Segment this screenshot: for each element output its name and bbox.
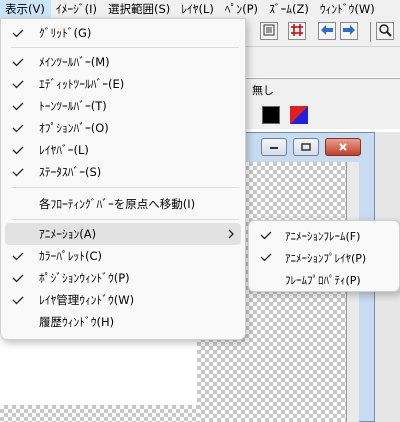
menu-separator xyxy=(11,47,239,48)
menu-item-reset-floating-bars[interactable]: 各ﾌﾛｰﾃｨﾝｸﾞﾊﾞｰを原点へ移動(I) xyxy=(5,193,241,215)
menu-item-label: ｶﾗｰﾊﾟﾚｯﾄ(C) xyxy=(39,249,103,263)
menu-item-label: ｸﾞﾘｯﾄﾞ(G) xyxy=(39,26,92,40)
chevron-right-icon xyxy=(228,229,234,239)
menu-item-label: ｽﾃｰﾀｽﾊﾞｰ(S) xyxy=(39,165,102,179)
check-icon xyxy=(12,124,24,133)
menu-layer[interactable]: ﾚｲﾔ(L) xyxy=(176,0,220,18)
check-icon xyxy=(12,296,24,305)
arrow-left-icon[interactable] xyxy=(318,22,336,40)
color-bar xyxy=(240,101,400,129)
check-icon xyxy=(12,102,24,111)
menu-item-label: ﾎﾟｼﾞｼｮﾝｳｨﾝﾄﾞｳ(P) xyxy=(39,271,130,285)
menu-item-grid[interactable]: ｸﾞﾘｯﾄﾞ(G) xyxy=(5,22,241,44)
menu-item-label: 各ﾌﾛｰﾃｨﾝｸﾞﾊﾞｰを原点へ移動(I) xyxy=(39,197,196,211)
check-icon xyxy=(12,29,24,38)
menu-item-label: ﾒｲﾝﾂｰﾙﾊﾞｰ(M) xyxy=(39,55,110,69)
option-bar: 無し xyxy=(240,78,400,102)
toolbar-divider xyxy=(370,22,371,42)
submenu-item-animation-frame[interactable]: ｱﾆﾒｰｼｮﾝﾌﾚｰﾑ(F) xyxy=(253,224,399,246)
menu-selection[interactable]: 選択範囲(S) xyxy=(103,0,176,18)
menu-item-status-bar[interactable]: ｽﾃｰﾀｽﾊﾞｰ(S) xyxy=(5,161,241,183)
menu-item-layer-bar[interactable]: ﾚｲﾔﾊﾞｰ(L) xyxy=(5,139,241,161)
toolbar-area xyxy=(240,47,400,77)
menu-separator xyxy=(11,187,239,188)
transparent-canvas-edge xyxy=(0,405,200,422)
menu-item-label: ｱﾆﾒｰｼｮﾝﾌﾚｰﾑ(F) xyxy=(285,230,361,243)
menu-window[interactable]: ｳｨﾝﾄﾞｳ(W) xyxy=(315,0,381,18)
menu-image[interactable]: ｲﾒｰｼﾞ(I) xyxy=(51,0,103,18)
menu-item-label: ｱﾆﾒｰｼｮﾝﾌﾟﾚｲﾔ(P) xyxy=(285,252,367,265)
check-icon xyxy=(12,168,24,177)
animation-submenu: ｱﾆﾒｰｼｮﾝﾌﾚｰﾑ(F) ｱﾆﾒｰｼｮﾝﾌﾟﾚｲﾔ(P) ﾌﾚｰﾑﾌﾟﾛﾊﾟ… xyxy=(248,220,400,292)
minimize-button[interactable] xyxy=(261,138,287,156)
menu-separator xyxy=(11,219,239,220)
main-toolbar xyxy=(240,18,400,47)
option-value: 無し xyxy=(252,84,274,97)
menu-item-main-toolbar[interactable]: ﾒｲﾝﾂｰﾙﾊﾞｰ(M) xyxy=(5,51,241,73)
menu-item-label: ｴﾃﾞｨｯﾄﾂｰﾙﾊﾞｰ(E) xyxy=(39,77,125,91)
menu-item-option-bar[interactable]: ｵﾌﾟｼｮﾝﾊﾞｰ(O) xyxy=(5,117,241,139)
document-titlebar xyxy=(241,133,374,161)
maximize-button[interactable] xyxy=(293,138,319,156)
check-icon xyxy=(12,80,24,89)
check-icon xyxy=(12,58,24,67)
menu-item-label: ﾄｰﾝﾂｰﾙﾊﾞｰ(T) xyxy=(39,99,107,113)
check-icon xyxy=(260,231,272,240)
frame-icon[interactable] xyxy=(260,22,278,40)
menu-view[interactable]: 表示(V) xyxy=(0,0,51,18)
menu-item-label: ﾌﾚｰﾑﾌﾟﾛﾊﾟﾃｨ(P) xyxy=(285,274,361,287)
menu-pen[interactable]: ﾍﾟﾝ(P) xyxy=(220,0,264,18)
arrow-right-icon[interactable] xyxy=(340,22,358,40)
check-icon xyxy=(12,252,24,261)
menu-item-label: ﾚｲﾔﾊﾞｰ(L) xyxy=(39,143,89,157)
menu-bar: 表示(V) ｲﾒｰｼﾞ(I) 選択範囲(S) ﾚｲﾔ(L) ﾍﾟﾝ(P) ｽﾞｰ… xyxy=(0,0,400,18)
view-menu: ｸﾞﾘｯﾄﾞ(G) ﾒｲﾝﾂｰﾙﾊﾞｰ(M) ｴﾃﾞｨｯﾄﾂｰﾙﾊﾞｰ(E) ﾄ… xyxy=(0,18,246,340)
menu-item-color-palette[interactable]: ｶﾗｰﾊﾟﾚｯﾄ(C) xyxy=(5,245,241,267)
color-swatch-black[interactable] xyxy=(262,106,280,124)
menu-item-label: 履歴ｳｨﾝﾄﾞｳ(H) xyxy=(39,315,115,329)
search-icon[interactable] xyxy=(376,22,394,40)
menu-item-layer-manager[interactable]: ﾚｲﾔ管理ｳｨﾝﾄﾞｳ(W) xyxy=(5,289,241,311)
check-icon xyxy=(12,146,24,155)
menu-item-label: ｵﾌﾟｼｮﾝﾊﾞｰ(O) xyxy=(39,121,109,135)
menu-item-tone-toolbar[interactable]: ﾄｰﾝﾂｰﾙﾊﾞｰ(T) xyxy=(5,95,241,117)
menu-zoom[interactable]: ｽﾞｰﾑ(Z) xyxy=(264,0,315,18)
menu-item-edit-toolbar[interactable]: ｴﾃﾞｨｯﾄﾂｰﾙﾊﾞｰ(E) xyxy=(5,73,241,95)
color-swatch-red-blue[interactable] xyxy=(290,106,308,124)
vertical-scrollbar[interactable] xyxy=(346,162,359,422)
menu-item-label: ﾚｲﾔ管理ｳｨﾝﾄﾞｳ(W) xyxy=(39,293,135,307)
menu-item-label: ｱﾆﾒｰｼｮﾝ(A) xyxy=(39,227,97,241)
close-button[interactable] xyxy=(325,138,361,156)
submenu-item-animation-player[interactable]: ｱﾆﾒｰｼｮﾝﾌﾟﾚｲﾔ(P) xyxy=(253,246,399,268)
menu-item-animation[interactable]: ｱﾆﾒｰｼｮﾝ(A) xyxy=(5,223,241,245)
menu-item-history-window[interactable]: 履歴ｳｨﾝﾄﾞｳ(H) xyxy=(5,311,241,333)
submenu-item-frame-properties[interactable]: ﾌﾚｰﾑﾌﾟﾛﾊﾟﾃｨ(P) xyxy=(253,268,399,290)
check-icon xyxy=(260,253,272,262)
grid-icon[interactable] xyxy=(288,22,306,40)
menu-item-position-window[interactable]: ﾎﾟｼﾞｼｮﾝｳｨﾝﾄﾞｳ(P) xyxy=(5,267,241,289)
check-icon xyxy=(12,274,24,283)
